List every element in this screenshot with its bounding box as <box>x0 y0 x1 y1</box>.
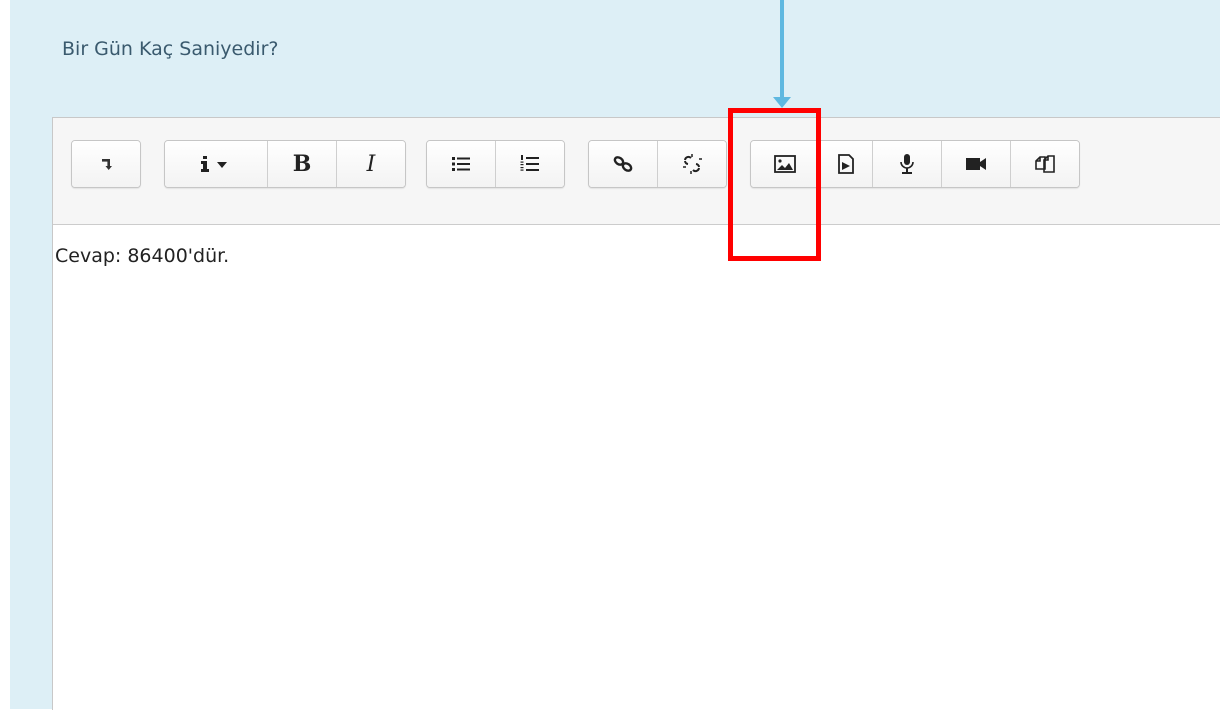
manage-files-button[interactable] <box>1011 141 1079 187</box>
record-video-button[interactable] <box>942 141 1011 187</box>
unordered-list-icon <box>452 157 470 171</box>
text-editor: B I Cevap: 86400'dür. <box>52 117 1220 710</box>
italic-button[interactable]: I <box>337 141 405 187</box>
toolbar-group-toggle <box>71 140 141 188</box>
ordered-list-button[interactable] <box>496 141 564 187</box>
italic-icon: I <box>366 151 376 177</box>
video-camera-icon <box>966 158 986 170</box>
link-icon <box>613 156 633 172</box>
bold-button[interactable]: B <box>268 141 337 187</box>
toolbar-group-lists <box>426 140 565 188</box>
question-title: Bir Gün Kaç Saniyedir? <box>62 38 279 60</box>
unordered-list-button[interactable] <box>427 141 496 187</box>
annotation-arrow-shaft <box>780 0 784 100</box>
ordered-list-icon <box>520 155 539 171</box>
editor-content-area[interactable]: Cevap: 86400'dür. <box>53 225 1220 710</box>
annotation-arrow-head <box>773 97 791 108</box>
answer-text: Cevap: 86400'dür. <box>55 245 230 267</box>
info-icon <box>201 156 227 172</box>
unlink-icon <box>683 154 702 174</box>
media-file-icon <box>838 154 854 174</box>
editor-toolbar: B I <box>53 118 1220 225</box>
record-audio-button[interactable] <box>873 141 942 187</box>
unlink-button[interactable] <box>658 141 726 187</box>
show-more-buttons-button[interactable] <box>72 141 140 187</box>
bold-icon: B <box>292 151 312 177</box>
toolbar-group-style: B I <box>164 140 406 188</box>
toolbar-group-links <box>588 140 727 188</box>
microphone-icon <box>900 154 914 174</box>
link-button[interactable] <box>589 141 658 187</box>
image-button-highlight-box <box>728 108 821 261</box>
paragraph-styles-button[interactable] <box>165 141 268 187</box>
insert-media-button[interactable] <box>820 141 873 187</box>
toggle-arrow-icon <box>102 159 112 170</box>
copy-files-icon <box>1035 155 1055 173</box>
